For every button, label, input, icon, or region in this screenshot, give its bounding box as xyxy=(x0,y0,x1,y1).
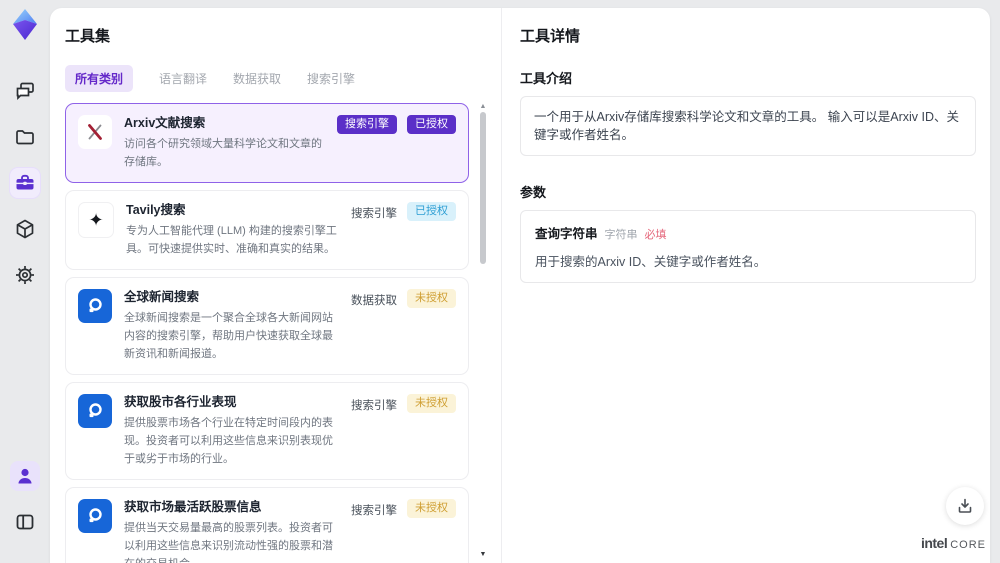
auth-status-badge: 未授权 xyxy=(407,499,456,518)
list-scrollbar: ▲ ▼ xyxy=(479,103,487,563)
tool-item-arxiv[interactable]: Arxiv文献搜索 访问各个研究领域大量科学论文和文章的存储库。 搜索引擎 已授… xyxy=(65,103,469,183)
tool-name: Arxiv文献搜索 xyxy=(124,116,206,130)
intro-text-box: 一个用于从Arxiv存储库搜索科学论文和文章的工具。 输入可以是Arxiv ID… xyxy=(520,96,976,156)
panels-icon[interactable] xyxy=(10,507,40,537)
tool-description: 提供股票市场各个行业在特定时间段内的表现。投资者可以利用这些信息来识别表现优于或… xyxy=(124,417,333,465)
param-description: 用于搜索的Arxiv ID、关键字或作者姓名。 xyxy=(535,255,767,269)
app-root: 工具集 所有类别 语言翻译 数据获取 搜索引擎 Arxiv文献搜索 访问各个研究… xyxy=(0,0,1000,563)
tab-language-translation[interactable]: 语言翻译 xyxy=(159,70,207,87)
auth-status-badge: 未授权 xyxy=(407,394,456,413)
intro-heading: 工具介绍 xyxy=(520,71,573,86)
detail-title: 工具详情 xyxy=(520,28,581,45)
tool-item-tavily[interactable]: ✦ Tavily搜索 专为人工智能代理 (LLM) 构建的搜索引擎工具。可快速提… xyxy=(65,190,469,270)
app-logo xyxy=(9,8,41,42)
toolbox-icon[interactable] xyxy=(10,168,40,198)
chat-icon[interactable] xyxy=(10,76,40,106)
globalnews-icon xyxy=(78,394,112,428)
page-title: 工具集 xyxy=(65,28,111,45)
tool-description: 提供当天交易量最高的股票列表。投资者可以利用这些信息来识别流动性强的股票和潜在的… xyxy=(124,522,333,563)
tool-name: 获取市场最活跃股票信息 xyxy=(124,500,262,514)
tavily-icon: ✦ xyxy=(78,202,114,238)
tab-data-fetch[interactable]: 数据获取 xyxy=(233,70,281,87)
intel-core-logo: intel CORE xyxy=(920,535,986,551)
main-card: 工具集 所有类别 语言翻译 数据获取 搜索引擎 Arxiv文献搜索 访问各个研究… xyxy=(50,8,990,563)
arxiv-icon xyxy=(78,115,112,149)
globalnews-icon xyxy=(78,289,112,323)
globalnews-icon xyxy=(78,499,112,533)
tool-name: Tavily搜索 xyxy=(126,203,186,217)
tool-description: 全球新闻搜索是一个聚合全球各大新闻网站内容的搜索引擎，帮助用户快速获取全球最新资… xyxy=(124,312,333,360)
tool-detail-panel: 工具详情 工具介绍 一个用于从Arxiv存储库搜索科学论文和文章的工具。 输入可… xyxy=(502,8,990,563)
auth-status-badge: 已授权 xyxy=(407,115,456,134)
cube-icon[interactable] xyxy=(10,214,40,244)
tool-description: 访问各个研究领域大量科学论文和文章的存储库。 xyxy=(124,138,322,168)
param-type: 字符串 xyxy=(604,229,638,241)
download-icon xyxy=(958,498,972,513)
tool-name: 获取股市各行业表现 xyxy=(124,395,237,409)
auth-status-badge: 已授权 xyxy=(407,202,456,221)
icon-rail xyxy=(0,0,50,563)
tool-name: 全球新闻搜索 xyxy=(124,290,200,304)
tool-list-panel: 工具集 所有类别 语言翻译 数据获取 搜索引擎 Arxiv文献搜索 访问各个研究… xyxy=(50,8,502,563)
scrollbar-thumb[interactable] xyxy=(480,112,486,264)
download-button[interactable] xyxy=(946,487,984,525)
tool-item-stock-sectors[interactable]: 获取股市各行业表现 提供股票市场各个行业在特定时间段内的表现。投资者可以利用这些… xyxy=(65,382,469,480)
param-card: 查询字符串 字符串 必填 用于搜索的Arxiv ID、关键字或作者姓名。 xyxy=(520,210,976,283)
param-name: 查询字符串 xyxy=(535,227,598,241)
category-label: 搜索引擎 xyxy=(351,400,397,412)
tab-all-categories[interactable]: 所有类别 xyxy=(65,65,134,92)
category-badge: 搜索引擎 xyxy=(337,115,397,134)
tool-item-global-news[interactable]: 全球新闻搜索 全球新闻搜索是一个聚合全球各大新闻网站内容的搜索引擎，帮助用户快速… xyxy=(65,277,469,375)
category-label: 数据获取 xyxy=(351,295,397,307)
tool-item-active-stocks[interactable]: 获取市场最活跃股票信息 提供当天交易量最高的股票列表。投资者可以利用这些信息来识… xyxy=(65,487,469,563)
auth-status-badge: 未授权 xyxy=(407,289,456,308)
scroll-up-arrow[interactable]: ▲ xyxy=(479,103,487,111)
category-label: 搜索引擎 xyxy=(351,208,397,220)
scroll-down-arrow[interactable]: ▼ xyxy=(479,551,487,559)
param-required-badge: 必填 xyxy=(644,229,667,241)
params-heading: 参数 xyxy=(520,185,547,200)
gear-icon[interactable] xyxy=(10,260,40,290)
tool-description: 专为人工智能代理 (LLM) 构建的搜索引擎工具。可快速提供实时、准确和真实的结… xyxy=(126,225,337,255)
user-icon[interactable] xyxy=(10,461,40,491)
tab-search-engine[interactable]: 搜索引擎 xyxy=(307,70,355,87)
category-label: 搜索引擎 xyxy=(351,505,397,517)
tool-list: Arxiv文献搜索 访问各个研究领域大量科学论文和文章的存储库。 搜索引擎 已授… xyxy=(65,103,491,563)
category-tabs: 所有类别 语言翻译 数据获取 搜索引擎 xyxy=(65,65,491,92)
folder-icon[interactable] xyxy=(10,122,40,152)
